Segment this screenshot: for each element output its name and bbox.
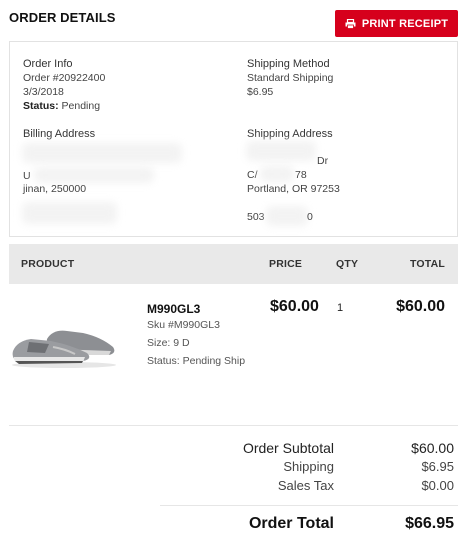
billing-line-partial: U: [23, 170, 31, 182]
shipping-street-partial: Dr: [317, 155, 329, 167]
product-status: Status: Pending Ship: [147, 355, 246, 367]
column-header-price: PRICE: [269, 258, 303, 270]
sales-tax-value: $0.00: [421, 478, 454, 493]
summary-divider: [160, 505, 458, 506]
product-size: Size: 9 D: [147, 337, 190, 349]
status-label: Status:: [23, 100, 59, 112]
page-title: ORDER DETAILS: [9, 10, 116, 25]
order-info-block: Order Info Order #20922400 3/3/2018 Stat…: [23, 57, 105, 113]
order-info-heading: Order Info: [23, 58, 73, 70]
subtotal-label: Order Subtotal: [242, 440, 334, 456]
print-receipt-label: PRINT RECEIPT: [361, 17, 449, 30]
shipping-method-cost: $6.95: [247, 86, 274, 98]
billing-address-heading: Billing Address: [23, 128, 96, 140]
billing-redacted-3: [22, 202, 117, 224]
shipping-phone-prefix: 503: [247, 211, 265, 223]
shipping-value: $6.95: [421, 459, 454, 474]
product-name[interactable]: M990GL3: [147, 302, 200, 316]
shipping-label: Shipping: [283, 459, 334, 474]
product-image[interactable]: [9, 321, 119, 369]
table-row: M990GL3 Sku #M990GL3 Size: 9 D Status: P…: [9, 284, 458, 424]
shipping-phone-suffix: 0: [307, 211, 313, 223]
billing-address-block: Billing Address: [23, 127, 95, 141]
shipping-method-name: Standard Shipping: [247, 72, 334, 84]
order-date: 3/3/2018: [23, 86, 64, 98]
order-total-value: $66.95: [405, 515, 454, 532]
product-qty: 1: [337, 302, 344, 314]
product-sku: Sku #M990GL3: [147, 319, 220, 331]
shipping-redacted-2: [260, 166, 294, 182]
table-header: PRODUCT PRICE QTY TOTAL: [9, 244, 458, 284]
print-receipt-button[interactable]: PRINT RECEIPT: [335, 10, 458, 37]
billing-city: jinan, 250000: [23, 183, 87, 195]
column-header-product: PRODUCT: [21, 258, 75, 270]
column-header-qty: QTY: [336, 258, 359, 270]
shipping-unit-suffix: 78: [295, 169, 307, 181]
shipping-method-block: Shipping Method Standard Shipping $6.95: [247, 57, 333, 99]
printer-icon: [345, 18, 356, 29]
shipping-unit-prefix: C/: [247, 169, 258, 181]
billing-redacted-1: [22, 143, 182, 163]
order-info-panel: Order Info Order #20922400 3/3/2018 Stat…: [9, 41, 458, 237]
shipping-address-heading: Shipping Address: [247, 128, 333, 140]
shipping-city: Portland, OR 97253: [247, 183, 340, 195]
column-header-total: TOTAL: [409, 258, 445, 270]
shipping-address-block: Shipping Address: [247, 127, 333, 141]
sales-tax-label: Sales Tax: [277, 478, 334, 493]
billing-redacted-2: [34, 167, 154, 183]
shipping-phone-redacted: [266, 206, 308, 226]
status-value: Pending: [61, 100, 101, 112]
order-number: Order #20922400: [23, 72, 106, 84]
order-total-label: Order Total: [248, 515, 334, 532]
shipping-method-heading: Shipping Method: [247, 58, 330, 70]
product-total: $60.00: [396, 298, 445, 315]
order-status: Status: Pending: [23, 99, 105, 113]
product-price: $60.00: [270, 298, 319, 315]
shipping-redacted-1: [246, 141, 316, 161]
row-divider: [9, 425, 458, 426]
subtotal-value: $60.00: [411, 440, 454, 456]
